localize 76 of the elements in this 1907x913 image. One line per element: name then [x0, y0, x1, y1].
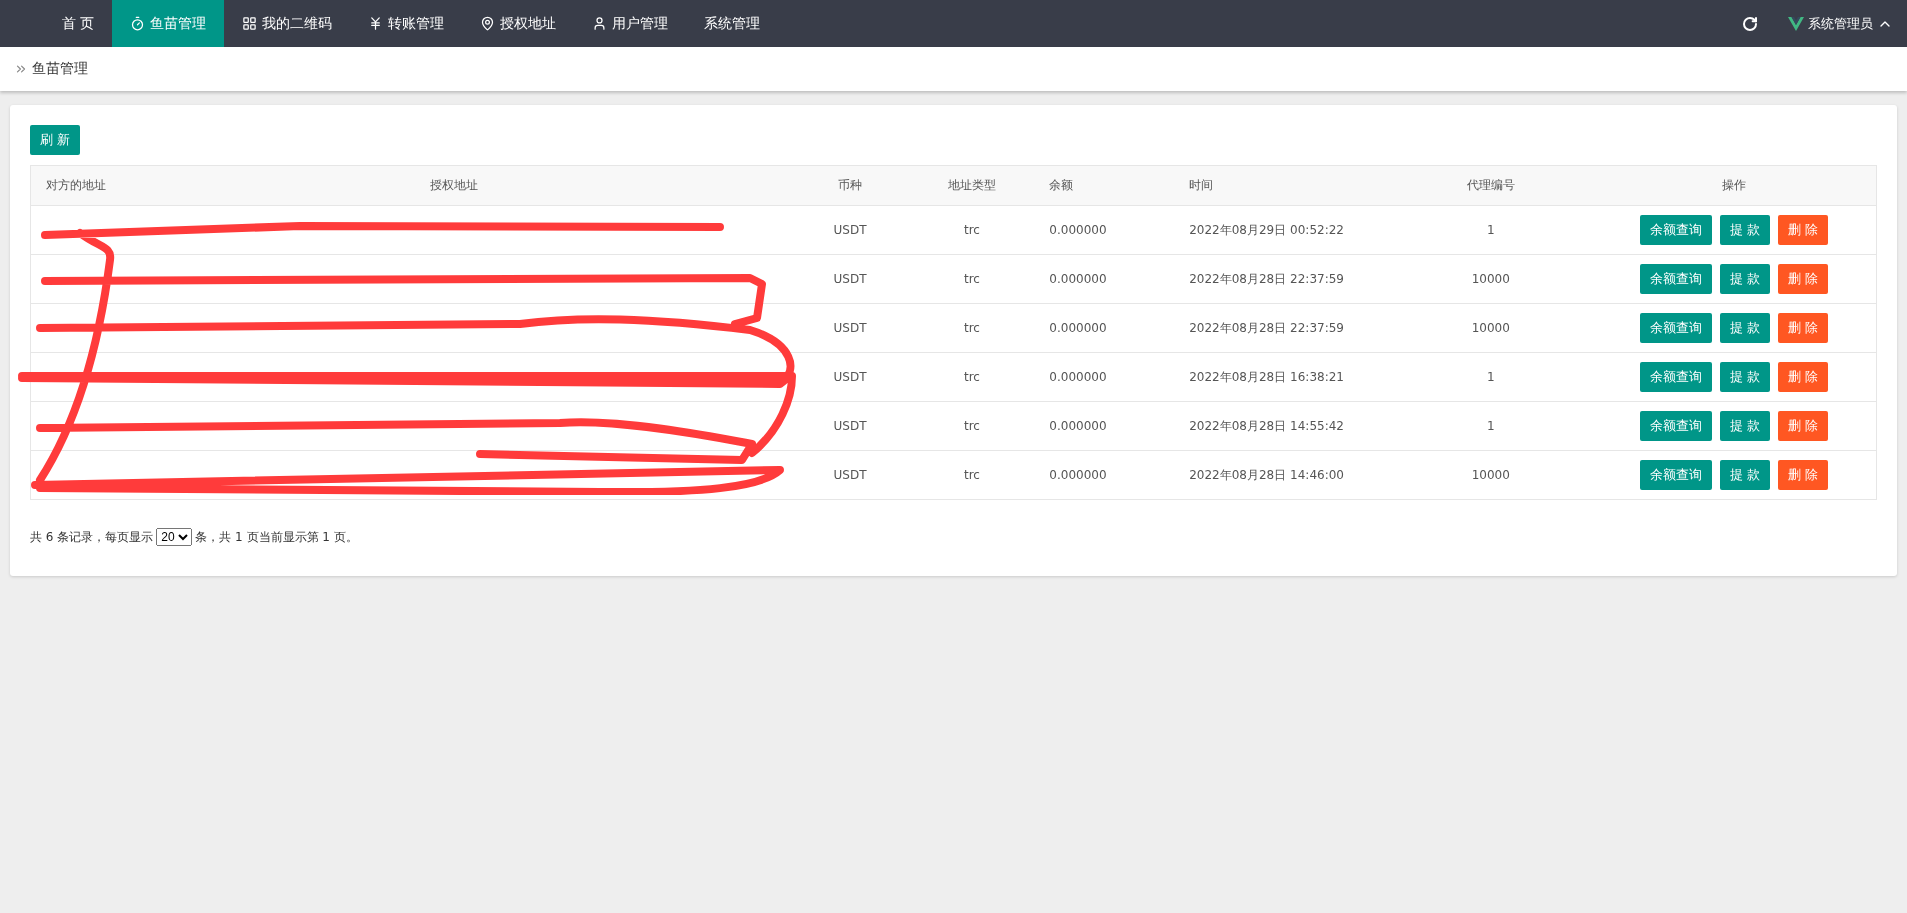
table-cell: trc [909, 205, 1035, 255]
delete-button[interactable]: 删 除 [1778, 460, 1829, 490]
table-cell: 2022年08月28日 22:37:59 [1174, 303, 1389, 353]
action-button[interactable]: 提 款 [1720, 313, 1771, 343]
table-cell: 1 [1388, 205, 1593, 255]
action-button[interactable]: 提 款 [1720, 264, 1771, 294]
column-header: 代理编号 [1388, 165, 1593, 206]
refresh-button[interactable]: 刷 新 [30, 125, 81, 155]
table-cell: 2022年08月29日 00:52:22 [1174, 205, 1389, 255]
action-button[interactable]: 余额查询 [1640, 411, 1713, 441]
breadcrumb-item[interactable]: 鱼苗管理 [32, 60, 88, 78]
table-cell: USDT [790, 352, 910, 402]
nav-tab[interactable]: 系统管理 [686, 0, 779, 47]
table-cell: trc [909, 303, 1035, 353]
table-cell: trc [909, 401, 1035, 451]
column-header: 操作 [1592, 165, 1877, 206]
nav-tab[interactable]: 鱼苗管理 [112, 0, 225, 47]
column-header: 地址类型 [909, 165, 1035, 206]
table-cell: 0.000000 [1034, 254, 1175, 304]
column-header: 时间 [1174, 165, 1389, 206]
action-button[interactable]: 提 款 [1720, 362, 1771, 392]
action-button[interactable]: 余额查询 [1640, 215, 1713, 245]
v-logo-icon [1788, 16, 1804, 31]
table-cell: 0.000000 [1034, 205, 1175, 255]
table-cell: 1 [1388, 352, 1593, 402]
nav-tab[interactable]: 我的二维码 [224, 0, 351, 47]
table-cell: USDT [790, 303, 910, 353]
nav-tab[interactable]: 授权地址 [462, 0, 575, 47]
action-button[interactable]: 余额查询 [1640, 264, 1713, 294]
table-cell: 2022年08月28日 16:38:21 [1174, 352, 1389, 402]
action-button[interactable]: 余额查询 [1640, 460, 1713, 490]
column-header: 授权地址 [414, 165, 791, 206]
table-cell: USDT [790, 205, 910, 255]
table-cell: trc [909, 254, 1035, 304]
grid-icon [242, 16, 258, 31]
table-cell: 10000 [1388, 254, 1593, 304]
table-cell: trc [909, 450, 1035, 500]
timer-icon [130, 16, 146, 31]
action-button[interactable]: 提 款 [1720, 215, 1771, 245]
action-button[interactable]: 余额查询 [1640, 313, 1713, 343]
action-button[interactable]: 提 款 [1720, 411, 1771, 441]
user-menu[interactable]: 系统管理员 [1788, 14, 1893, 33]
delete-button[interactable]: 删 除 [1778, 313, 1829, 343]
action-button[interactable]: 提 款 [1720, 460, 1771, 490]
chevrons-icon [14, 62, 28, 76]
nav-tab[interactable]: 转账管理 [350, 0, 463, 47]
delete-button[interactable]: 删 除 [1778, 362, 1829, 392]
table-cell: 0.000000 [1034, 401, 1175, 451]
column-header: 对方的地址 [30, 165, 415, 206]
page-size-select[interactable]: 20 [156, 528, 193, 546]
refresh-icon[interactable] [1742, 15, 1758, 32]
user-icon [592, 16, 608, 31]
column-header: 币种 [790, 165, 910, 206]
pin-icon [480, 16, 496, 31]
table-cell: 2022年08月28日 22:37:59 [1174, 254, 1389, 304]
table-cell: USDT [790, 401, 910, 451]
delete-button[interactable]: 删 除 [1778, 215, 1829, 245]
delete-button[interactable]: 删 除 [1778, 264, 1829, 294]
table-cell: 1 [1388, 401, 1593, 451]
table-cell: USDT [790, 450, 910, 500]
table-cell: 10000 [1388, 450, 1593, 500]
table-cell: 0.000000 [1034, 352, 1175, 402]
pagination-text: 共 6 条记录，每页显示 [30, 528, 154, 546]
table-cell: 0.000000 [1034, 450, 1175, 500]
delete-button[interactable]: 删 除 [1778, 411, 1829, 441]
nav-tab[interactable]: 用户管理 [574, 0, 687, 47]
table-cell: trc [909, 352, 1035, 402]
table-cell: 10000 [1388, 303, 1593, 353]
column-header: 余额 [1034, 165, 1175, 206]
table-cell: 2022年08月28日 14:55:42 [1174, 401, 1389, 451]
action-button[interactable]: 余额查询 [1640, 362, 1713, 392]
table-cell: 0.000000 [1034, 303, 1175, 353]
pagination-text: 条，共 1 页当前显示第 1 页。 [195, 528, 358, 546]
nav-tab[interactable]: 首 页 [44, 0, 113, 47]
table-cell: 2022年08月28日 14:46:00 [1174, 450, 1389, 500]
table-cell: USDT [790, 254, 910, 304]
